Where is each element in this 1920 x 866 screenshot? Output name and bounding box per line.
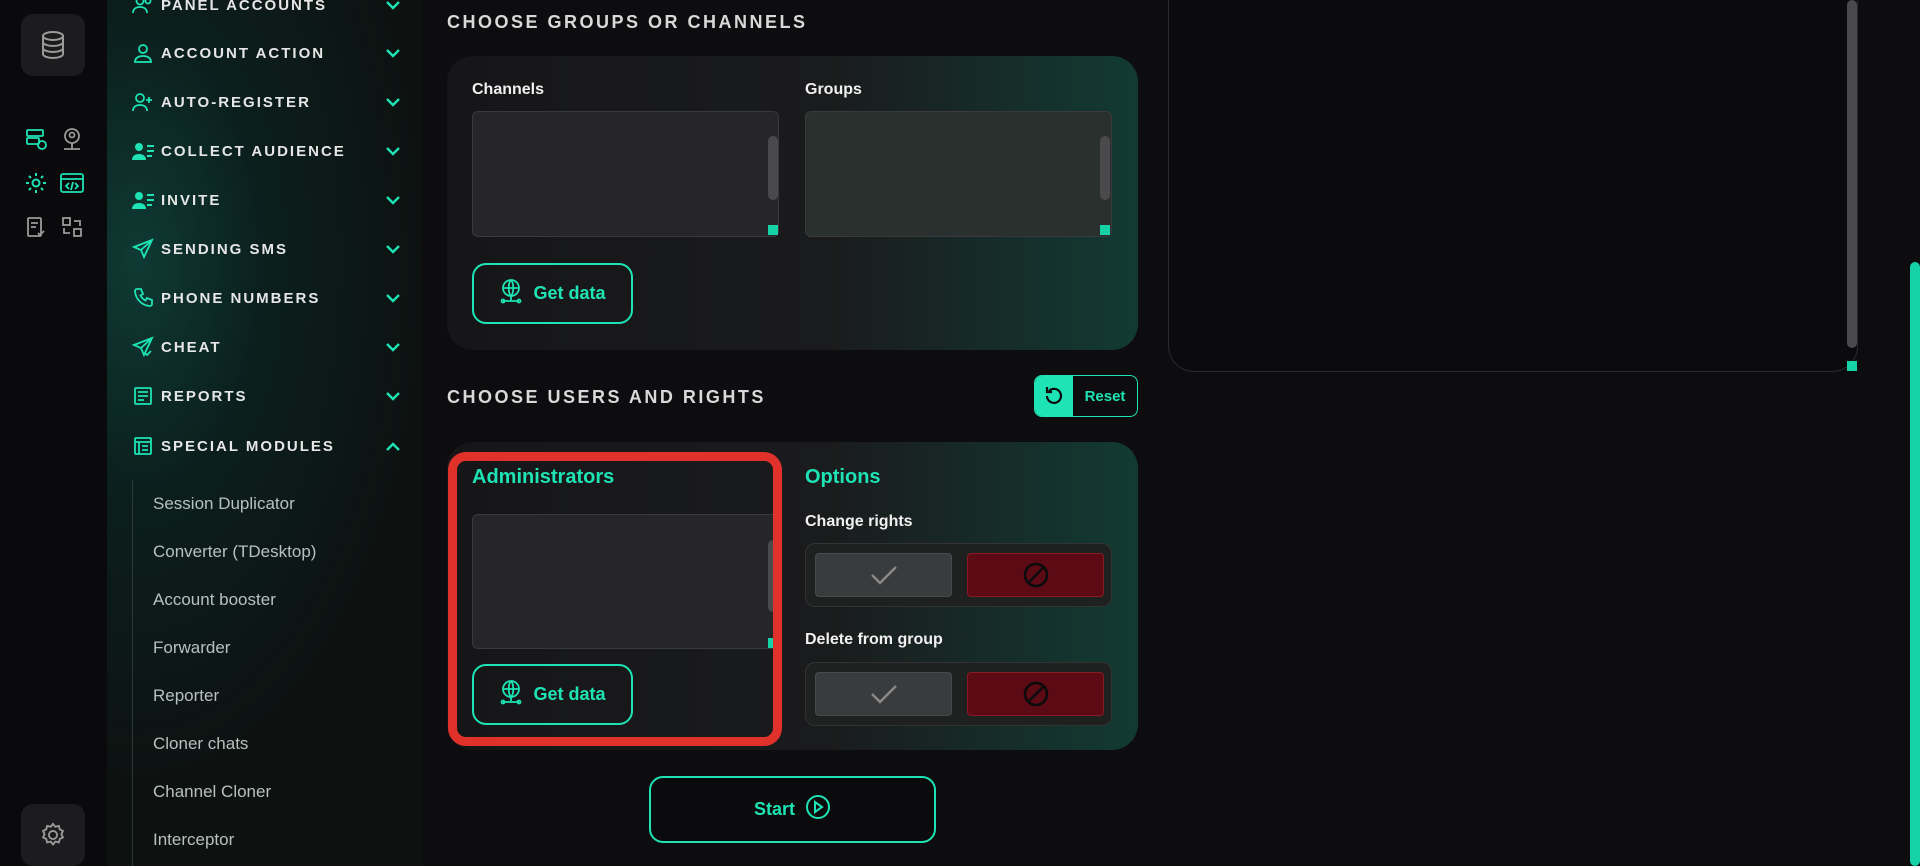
sub-item-reporter[interactable]: Reporter xyxy=(153,686,219,706)
sub-item-converter[interactable]: Converter (TDesktop) xyxy=(153,542,316,562)
groups-scrollbar[interactable] xyxy=(1100,136,1110,200)
chevron-down-icon xyxy=(383,288,403,308)
gear-icon[interactable] xyxy=(22,169,50,197)
prohibited-icon xyxy=(1023,562,1048,588)
nav-invite[interactable]: INVITE xyxy=(131,183,403,217)
channels-resize-handle[interactable] xyxy=(768,225,778,235)
nav-special-modules[interactable]: SPECIAL MODULES xyxy=(131,429,403,463)
chevron-down-icon xyxy=(383,190,403,210)
nav-label: CHEAT xyxy=(161,338,222,356)
nav-label: INVITE xyxy=(161,191,222,209)
nav-cheat[interactable]: CHEAT xyxy=(131,330,403,364)
submenu-divider xyxy=(132,480,133,866)
nav-auto-register[interactable]: AUTO-REGISTER xyxy=(131,85,403,119)
check-icon xyxy=(870,566,897,585)
nav-collect-audience[interactable]: COLLECT AUDIENCE xyxy=(131,134,403,168)
sub-item-interceptor[interactable]: Interceptor xyxy=(153,830,234,850)
nav-sending-sms[interactable]: SENDING SMS xyxy=(131,232,403,266)
app-window: PANEL ACCOUNTS ACCOUNT ACTION AUTO-REGIS… xyxy=(0,0,1920,866)
chevron-down-icon xyxy=(383,386,403,406)
chevron-down-icon xyxy=(383,239,403,259)
change-rights-toggle xyxy=(805,543,1112,607)
groups-resize-handle[interactable] xyxy=(1100,225,1110,235)
log-output-panel[interactable] xyxy=(1168,0,1858,372)
nav-label: PANEL ACCOUNTS xyxy=(161,0,328,14)
code-window-icon[interactable] xyxy=(58,169,86,197)
nav-label: ACCOUNT ACTION xyxy=(161,44,326,62)
options-label: Options xyxy=(805,466,881,488)
delete-from-group-allow-button[interactable] xyxy=(815,672,952,716)
get-data-label: Get data xyxy=(533,283,606,303)
start-label: Start xyxy=(753,799,795,819)
reset-label: Reset xyxy=(1084,387,1126,405)
users-icon xyxy=(131,0,155,17)
sub-item-forwarder[interactable]: Forwarder xyxy=(153,638,230,658)
chevron-down-icon xyxy=(383,337,403,357)
document-check-icon[interactable] xyxy=(22,213,50,241)
sub-item-session-duplicator[interactable]: Session Duplicator xyxy=(153,494,295,514)
log-resize-handle[interactable] xyxy=(1847,361,1857,371)
sub-item-account-booster[interactable]: Account booster xyxy=(153,590,276,610)
channels-input[interactable] xyxy=(472,111,779,237)
modules-icon xyxy=(131,434,155,458)
user-icon xyxy=(131,41,155,65)
groups-get-data-button[interactable]: Get data xyxy=(472,263,633,324)
nav-phone-numbers[interactable]: PHONE NUMBERS xyxy=(131,281,403,315)
section-title-groups: CHOOSE GROUPS OR CHANNELS xyxy=(447,12,808,32)
nav-account-action[interactable]: ACCOUNT ACTION xyxy=(131,36,403,70)
refresh-icon xyxy=(1035,376,1073,416)
prohibited-icon xyxy=(1023,681,1048,707)
sub-item-cloner-chats[interactable]: Cloner chats xyxy=(153,734,248,754)
swap-icon[interactable] xyxy=(58,213,86,241)
icon-rail xyxy=(0,0,107,866)
nav-label: SPECIAL MODULES xyxy=(161,437,335,455)
chevron-down-icon xyxy=(383,43,403,63)
section-title-users: CHOOSE USERS AND RIGHTS xyxy=(447,387,766,407)
globe-network-icon xyxy=(499,278,523,309)
chevron-down-icon xyxy=(383,0,403,15)
groups-input[interactable] xyxy=(805,111,1112,237)
plane-check-icon xyxy=(131,335,155,359)
start-button[interactable]: Start xyxy=(649,776,936,843)
log-scrollbar[interactable] xyxy=(1847,0,1857,348)
user-list-icon xyxy=(131,188,155,212)
channels-label: Channels xyxy=(472,81,545,98)
chevron-down-icon xyxy=(383,92,403,112)
chevron-up-icon xyxy=(383,436,403,456)
paper-plane-icon xyxy=(131,237,155,261)
server-check-icon[interactable] xyxy=(22,125,50,153)
nav-panel-accounts[interactable]: PANEL ACCOUNTS xyxy=(131,0,403,22)
nav-reports[interactable]: REPORTS xyxy=(131,379,403,413)
user-list-icon xyxy=(131,139,155,163)
change-rights-label: Change rights xyxy=(805,513,913,530)
groups-label: Groups xyxy=(805,81,862,98)
highlight-box xyxy=(448,452,782,746)
user-plus-icon xyxy=(131,90,155,114)
check-icon xyxy=(870,685,897,704)
nav-label: REPORTS xyxy=(161,387,248,405)
nav-label: PHONE NUMBERS xyxy=(161,289,321,307)
settings-icon[interactable] xyxy=(21,804,85,866)
delete-from-group-deny-button[interactable] xyxy=(967,672,1104,716)
nav-label: AUTO-REGISTER xyxy=(161,93,311,111)
reset-button[interactable]: Reset xyxy=(1034,375,1138,417)
chevron-down-icon xyxy=(383,141,403,161)
delete-from-group-toggle xyxy=(805,662,1112,726)
channels-scrollbar[interactable] xyxy=(768,136,778,200)
change-rights-allow-button[interactable] xyxy=(815,553,952,597)
sub-item-channel-cloner[interactable]: Channel Cloner xyxy=(153,782,271,802)
page-scrollbar[interactable] xyxy=(1910,262,1920,866)
report-icon xyxy=(131,384,155,408)
delete-from-group-label: Delete from group xyxy=(805,631,943,648)
user-pin-icon[interactable] xyxy=(58,125,86,153)
change-rights-deny-button[interactable] xyxy=(967,553,1104,597)
phone-icon xyxy=(131,286,155,310)
database-icon[interactable] xyxy=(21,14,85,76)
nav-label: SENDING SMS xyxy=(161,240,289,258)
play-icon xyxy=(805,794,831,825)
nav-label: COLLECT AUDIENCE xyxy=(161,142,346,160)
